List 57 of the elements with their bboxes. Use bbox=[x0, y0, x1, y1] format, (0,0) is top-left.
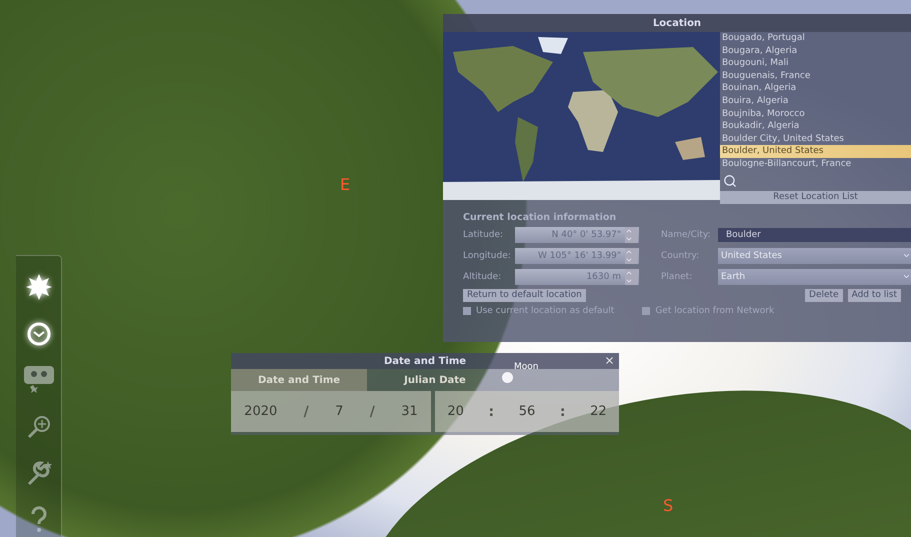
moon-dot bbox=[502, 372, 513, 383]
sky-map-icon bbox=[22, 365, 54, 396]
starburst-icon bbox=[26, 274, 52, 300]
cardinal-point-label: S bbox=[663, 496, 674, 515]
separator: : bbox=[560, 404, 566, 420]
spin-value[interactable]: 22 bbox=[590, 404, 607, 419]
separator: / bbox=[370, 404, 375, 420]
action-button[interactable]: Add to list bbox=[848, 288, 901, 302]
spin-field[interactable]: N 40° 0' 53.97" bbox=[515, 226, 639, 243]
spin-field[interactable]: W 105° 16' 13.99" bbox=[515, 248, 639, 264]
city-list-item[interactable]: Bougado, Portugal bbox=[720, 32, 911, 45]
action-button[interactable]: Delete bbox=[805, 288, 843, 302]
checkbox-label: Get location from Network bbox=[655, 306, 774, 316]
city-list-item[interactable]: Bouira, Algeria bbox=[720, 94, 911, 108]
spin-value[interactable]: 7 bbox=[335, 404, 344, 419]
moon-label: Moon bbox=[514, 362, 538, 372]
section-title: Current location information bbox=[463, 212, 618, 223]
reset-location-list-button[interactable]: Reset Location List bbox=[720, 190, 911, 204]
spin-value[interactable]: 20 bbox=[447, 404, 464, 419]
return-default-button[interactable]: Return to default location bbox=[463, 288, 586, 302]
tab[interactable]: Julian Date bbox=[367, 369, 503, 391]
field-label: Planet: bbox=[661, 272, 694, 282]
field-label: Longitude: bbox=[463, 250, 512, 261]
cardinal-point-label: E bbox=[340, 175, 350, 194]
field-label: Name/City: bbox=[661, 230, 712, 240]
city-list-item[interactable]: Bouguenais, France bbox=[720, 70, 911, 82]
name-field[interactable]: Boulder bbox=[718, 228, 911, 242]
city-list-item[interactable]: Bougouni, Mali bbox=[720, 57, 911, 70]
field-label: Altitude: bbox=[463, 272, 502, 282]
spin-value[interactable]: 31 bbox=[401, 404, 418, 419]
spin-value[interactable]: 56 bbox=[518, 404, 536, 419]
help-icon bbox=[28, 506, 48, 534]
search-icon bbox=[26, 414, 52, 440]
spin-value[interactable]: 2020 bbox=[244, 404, 278, 419]
close-button[interactable] bbox=[604, 355, 615, 366]
checkbox-label: Use current location as default bbox=[476, 306, 614, 316]
field-label: Country: bbox=[661, 250, 700, 261]
city-list-item[interactable]: Boujniba, Morocco bbox=[720, 108, 911, 120]
clock-icon bbox=[26, 320, 52, 346]
search-icon[interactable] bbox=[723, 174, 737, 188]
checkbox[interactable] bbox=[463, 306, 471, 315]
city-list-item[interactable]: Bouinan, Algeria bbox=[720, 82, 911, 95]
city-list-item[interactable]: Boukadir, Algeria bbox=[720, 120, 911, 133]
field-label: Latitude: bbox=[463, 230, 504, 240]
separator: : bbox=[488, 404, 494, 420]
city-list-item[interactable]: Boulder, United States bbox=[720, 145, 911, 158]
city-list-item[interactable]: Boulogne-Billancourt, France bbox=[720, 158, 911, 171]
window-title: Date and Time bbox=[384, 356, 466, 366]
city-list-item[interactable]: Boulder City, United States bbox=[720, 132, 911, 146]
city-list-item[interactable]: Bougara, Algeria bbox=[720, 44, 911, 58]
separator: / bbox=[304, 404, 309, 420]
window-title: Location bbox=[652, 18, 702, 28]
checkbox[interactable] bbox=[642, 306, 650, 315]
spin-field[interactable]: 1630 m bbox=[515, 268, 639, 285]
tab[interactable]: Date and Time bbox=[231, 369, 367, 391]
dropdown[interactable]: United States bbox=[718, 248, 911, 264]
dropdown[interactable]: Earth bbox=[718, 268, 911, 285]
